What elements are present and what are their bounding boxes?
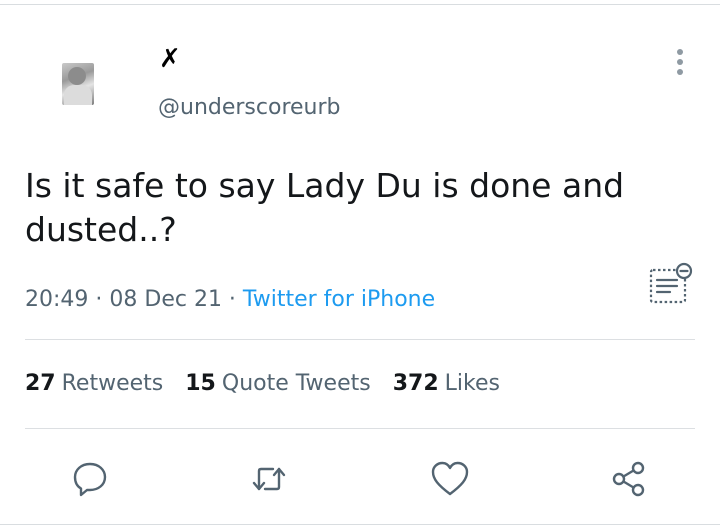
tweet-date: 08 Dec 21 (109, 287, 222, 312)
heart-icon[interactable] (430, 459, 470, 499)
quote-tweets-count: 15 (185, 371, 216, 396)
divider-top (25, 339, 695, 340)
avatar[interactable] (62, 63, 94, 105)
likes-label: Likes (444, 371, 500, 396)
meta-separator-2: · (221, 287, 243, 312)
share-icon[interactable] (609, 459, 649, 499)
reply-icon[interactable] (70, 459, 110, 499)
retweets-label: Retweets (61, 371, 164, 396)
avatar-body (64, 85, 92, 105)
tweet-text: Is it safe to say Lady Du is done and du… (25, 166, 625, 249)
tweet-source-link[interactable]: Twitter for iPhone (243, 287, 435, 312)
more-vertical-icon[interactable] (668, 46, 692, 78)
translate-icon[interactable] (644, 262, 696, 308)
tweet-time: 20:49 (25, 287, 89, 312)
meta-separator-1: · (88, 287, 110, 312)
top-border (0, 4, 720, 5)
user-handle[interactable]: @underscoreurb (158, 94, 341, 122)
bottom-border (0, 524, 720, 525)
tweet-meta: 20:49 · 08 Dec 21 · Twitter for iPhone (25, 285, 435, 315)
retweet-icon[interactable] (249, 459, 289, 499)
quote-tweets-label: Quote Tweets (221, 371, 371, 396)
likes-count: 372 (392, 371, 439, 396)
avatar-face (68, 67, 86, 85)
tweet-stats: 27 Retweets 15 Quote Tweets 372 Likes (25, 369, 522, 399)
likes-stat[interactable]: 372 Likes (393, 371, 500, 396)
retweets-stat[interactable]: 27 Retweets (25, 371, 163, 396)
display-name[interactable]: ✗ (159, 44, 181, 74)
quote-tweets-stat[interactable]: 15 Quote Tweets (185, 371, 370, 396)
divider-bottom (25, 428, 695, 429)
retweets-count: 27 (25, 371, 56, 396)
